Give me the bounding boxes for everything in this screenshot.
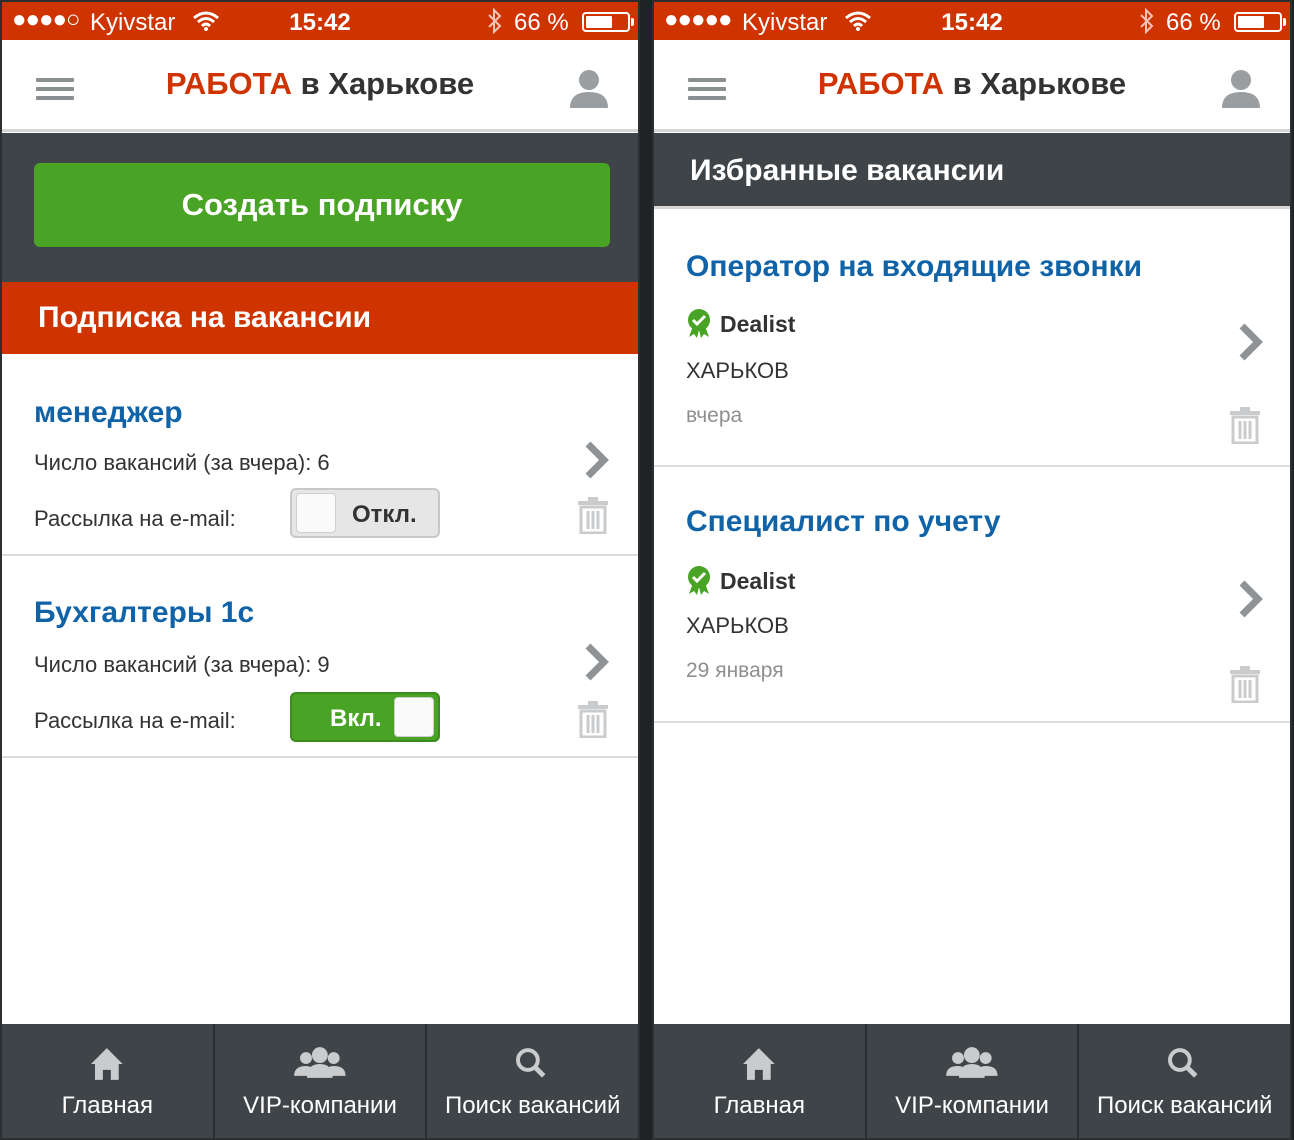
tab-search-vacancies[interactable]: Поиск вакансий	[1079, 1024, 1290, 1138]
toggle-knob	[296, 493, 336, 533]
vacancy-count: Число вакансий (за вчера): 9	[34, 652, 330, 677]
screen-subscriptions: ●●●●○ Kyivstar 15:42 66 % РАБОТА в Харьк…	[0, 0, 640, 1140]
toggle-state: Откл.	[352, 501, 417, 528]
email-toggle[interactable]: Вкл.	[290, 692, 440, 742]
screen-favorites: ●●●●● Kyivstar 15:42 66 % РАБОТА в Харьк…	[652, 0, 1292, 1140]
vacancy-item[interactable]: Оператор на входящие звонки Dealist ХАРЬ…	[654, 212, 1290, 467]
app-title: РАБОТА в Харькове	[654, 66, 1290, 102]
status-bar: ●●●●○ Kyivstar 15:42 66 %	[2, 2, 638, 40]
section-title: Подписка на вакансии	[2, 282, 638, 354]
home-icon	[743, 1048, 775, 1080]
subscription-title[interactable]: менеджер	[34, 396, 183, 430]
vacancy-item[interactable]: Специалист по учету Dealist ХАРЬКОВ 29 я…	[654, 467, 1290, 723]
bluetooth-icon	[1140, 8, 1154, 34]
vacancy-title[interactable]: Специалист по учету	[686, 505, 1001, 539]
verified-badge-icon	[688, 566, 710, 595]
user-icon[interactable]	[1220, 68, 1262, 108]
tab-vip-companies[interactable]: VIP-компании	[867, 1024, 1080, 1138]
toggle-state: Вкл.	[330, 705, 382, 732]
vacancy-count: Число вакансий (за вчера): 6	[34, 450, 330, 475]
battery-percent: 66 %	[514, 9, 569, 36]
subscription-item[interactable]: Бухгалтеры 1с Число вакансий (за вчера):…	[2, 556, 638, 758]
vacancy-title[interactable]: Оператор на входящие звонки	[686, 250, 1142, 284]
trash-icon[interactable]	[1228, 406, 1262, 444]
tab-label: Главная	[713, 1092, 806, 1119]
search-icon	[1168, 1048, 1198, 1078]
app-header: РАБОТА в Харькове	[2, 40, 638, 132]
subscription-title[interactable]: Бухгалтеры 1с	[34, 596, 254, 630]
trash-icon[interactable]	[1228, 665, 1262, 703]
battery-percent: 66 %	[1166, 9, 1221, 36]
tab-label: VIP-компании	[243, 1092, 397, 1119]
brand-accent: РАБОТА	[165, 66, 292, 101]
email-label: Рассылка на e-mail:	[34, 708, 236, 733]
section-title: Избранные вакансии	[654, 133, 1290, 209]
vacancy-city: ХАРЬКОВ	[686, 358, 789, 383]
brand-accent: РАБОТА	[817, 66, 944, 101]
users-icon	[945, 1047, 998, 1078]
tab-search-vacancies[interactable]: Поиск вакансий	[427, 1024, 638, 1138]
app-title: РАБОТА в Харькове	[2, 66, 638, 102]
chevron-right-icon[interactable]	[582, 440, 612, 480]
tab-bar: Главная VIP-компании Поиск вакансий	[2, 1024, 638, 1138]
email-label: Рассылка на e-mail:	[34, 506, 236, 531]
tab-vip-companies[interactable]: VIP-компании	[215, 1024, 428, 1138]
vacancy-city: ХАРЬКОВ	[686, 613, 789, 638]
create-subscription-band: Создать подписку	[2, 133, 638, 282]
chevron-right-icon[interactable]	[582, 642, 612, 682]
bluetooth-icon	[488, 8, 502, 34]
tab-label: Поиск вакансий	[444, 1092, 621, 1119]
app-header: РАБОТА в Харькове	[654, 40, 1290, 132]
email-toggle[interactable]: Откл.	[290, 488, 440, 538]
company-name: Dealist	[686, 308, 795, 338]
subscription-item[interactable]: менеджер Число вакансий (за вчера): 6 Ра…	[2, 354, 638, 556]
trash-icon[interactable]	[576, 700, 610, 738]
home-icon	[91, 1048, 123, 1080]
tab-home[interactable]: Главная	[654, 1024, 867, 1138]
brand-city: в Харькове	[943, 66, 1127, 101]
verified-badge-icon	[688, 309, 710, 338]
vacancy-date: 29 января	[686, 659, 784, 682]
search-icon	[516, 1048, 546, 1078]
tab-label: Главная	[61, 1092, 154, 1119]
brand-city: в Харькове	[291, 66, 475, 101]
user-icon[interactable]	[568, 68, 610, 108]
company-label: Dealist	[720, 311, 796, 337]
battery-icon	[582, 12, 634, 32]
chevron-right-icon[interactable]	[1236, 579, 1266, 619]
company-name: Dealist	[686, 565, 795, 595]
tab-home[interactable]: Главная	[2, 1024, 215, 1138]
users-icon	[293, 1047, 346, 1078]
toggle-knob	[394, 697, 434, 737]
trash-icon[interactable]	[576, 496, 610, 534]
vacancy-date: вчера	[686, 404, 743, 427]
chevron-right-icon[interactable]	[1236, 322, 1266, 362]
company-label: Dealist	[720, 568, 796, 594]
tab-label: VIP-компании	[895, 1092, 1049, 1119]
status-bar: ●●●●● Kyivstar 15:42 66 %	[654, 2, 1290, 40]
tab-bar: Главная VIP-компании Поиск вакансий	[654, 1024, 1290, 1138]
tab-label: Поиск вакансий	[1096, 1092, 1273, 1119]
battery-icon	[1234, 12, 1286, 32]
create-subscription-button[interactable]: Создать подписку	[34, 163, 610, 247]
